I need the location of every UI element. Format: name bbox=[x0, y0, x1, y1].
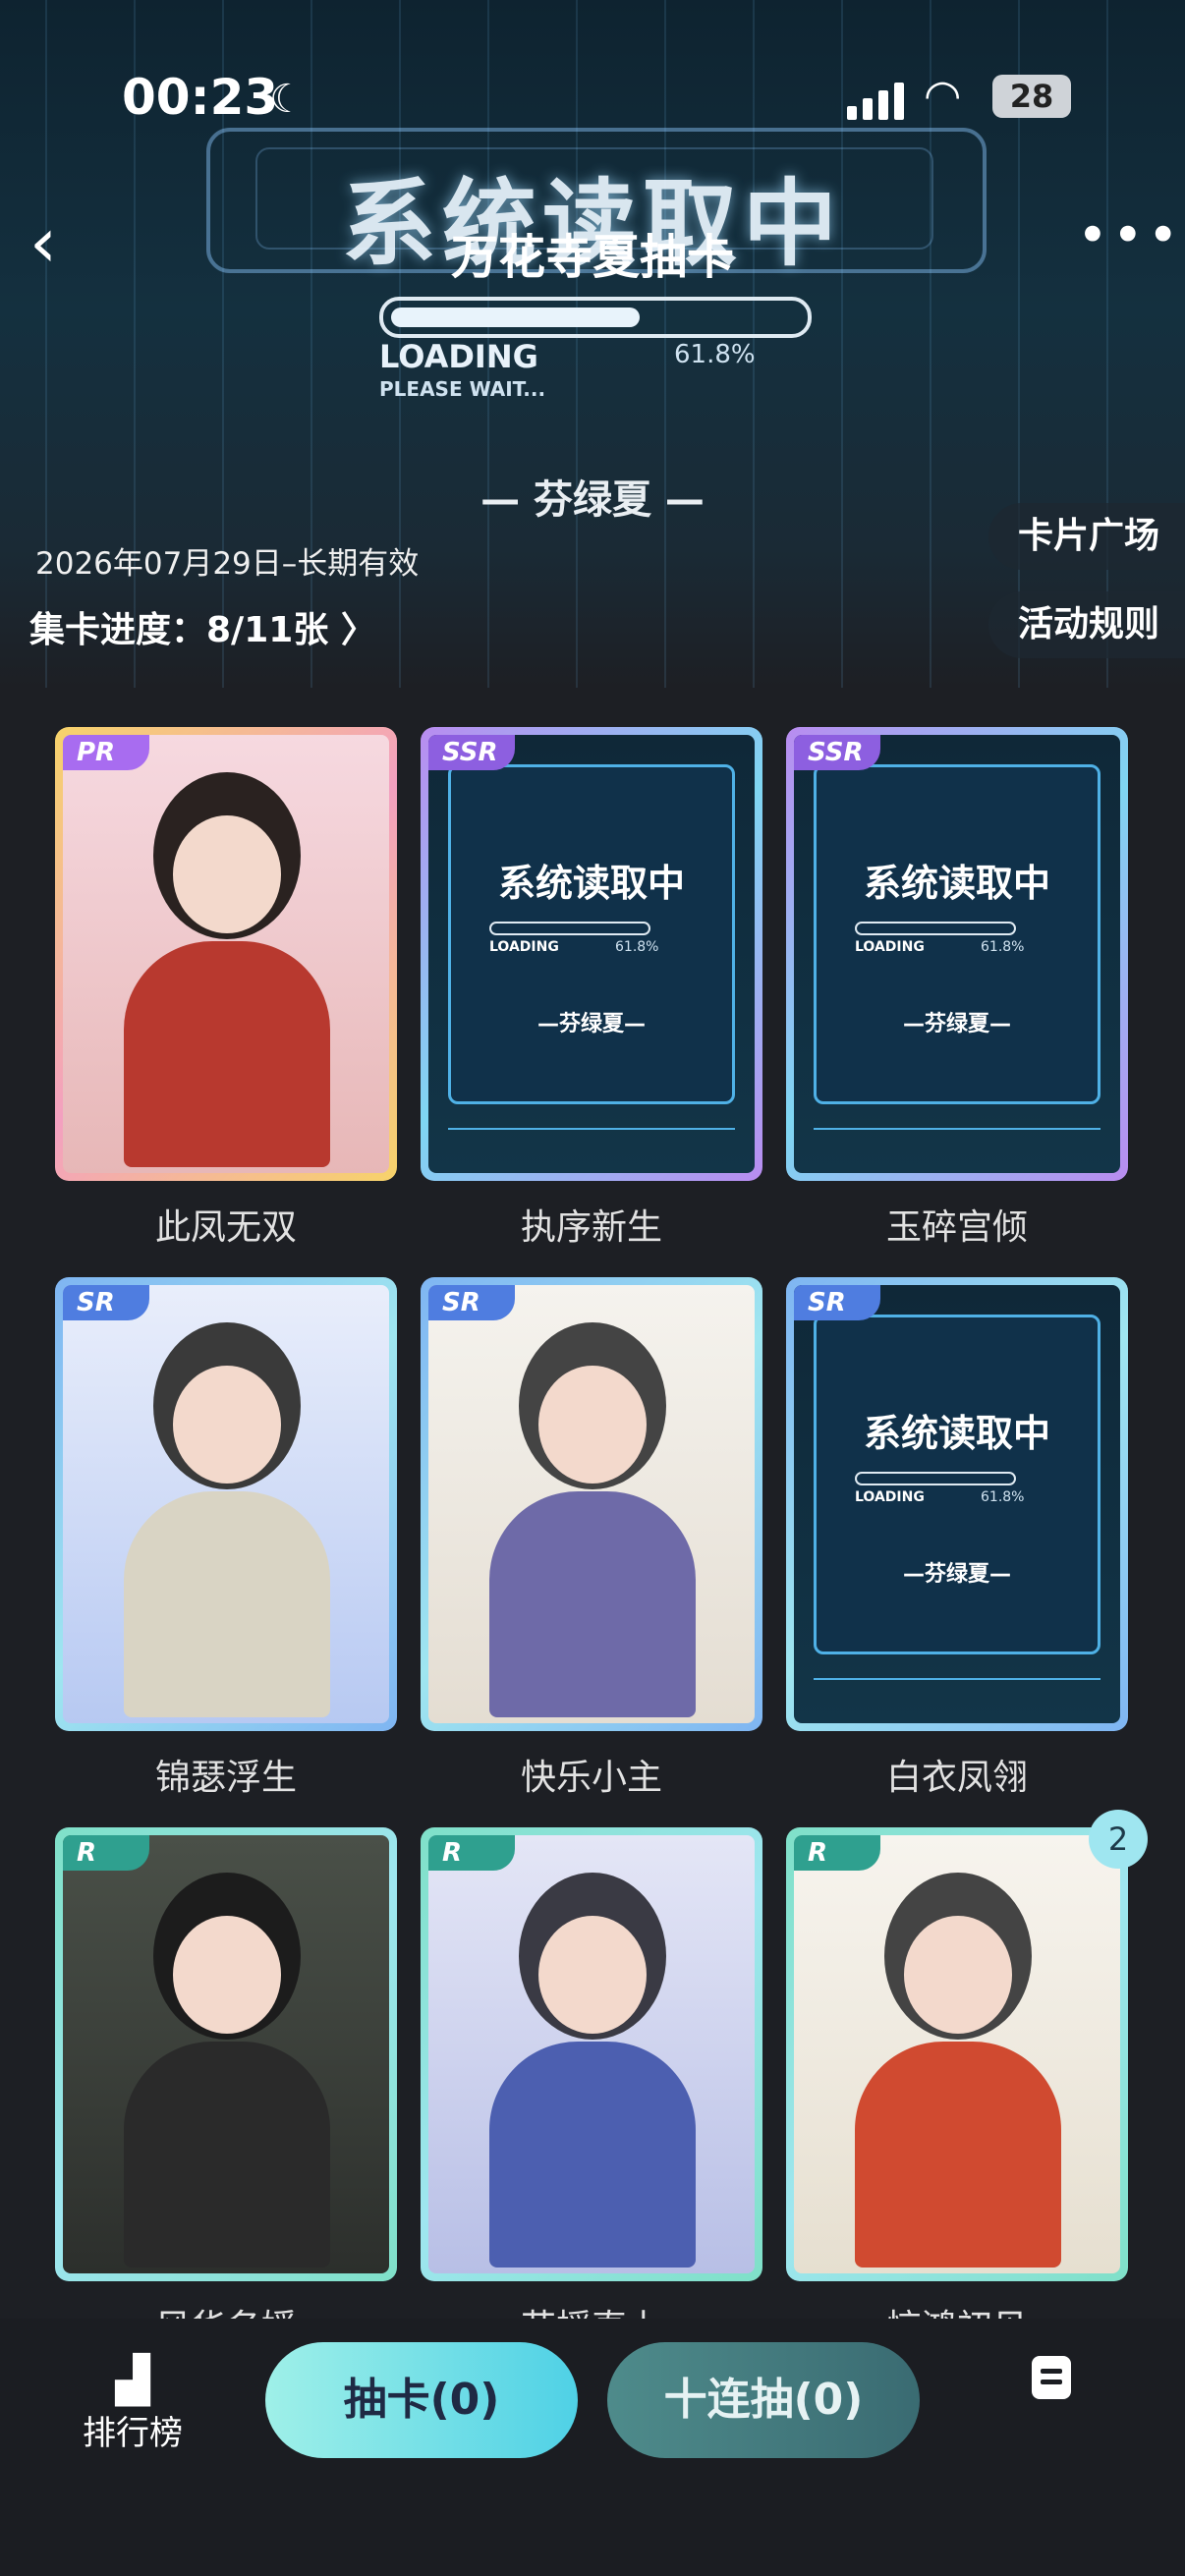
collection-card[interactable]: R bbox=[55, 1827, 397, 2281]
rarity-tag: SR bbox=[63, 1285, 149, 1320]
collection-card[interactable]: SSR 系统读取中 LOADING 61.8% —芬绿夏— bbox=[786, 727, 1128, 1181]
card-loading-bar bbox=[855, 922, 1016, 935]
card-count-badge: 2 bbox=[1089, 1810, 1148, 1869]
collection-card[interactable]: SSR 系统读取中 LOADING 61.8% —芬绿夏— bbox=[421, 727, 762, 1181]
card-art bbox=[794, 1835, 1120, 2273]
card-art bbox=[428, 1285, 755, 1723]
card-loading-label: LOADING bbox=[855, 939, 925, 955]
card-loading-label: LOADING bbox=[855, 1489, 925, 1505]
card-loading-bar bbox=[489, 922, 650, 935]
document-icon[interactable] bbox=[1032, 2356, 1071, 2399]
signal-icon bbox=[847, 81, 906, 120]
status-bar: 00:23 ☾ ◠ 28 bbox=[0, 69, 1185, 128]
card-footer bbox=[814, 1128, 1100, 1153]
card-square-button[interactable]: 卡片广场 bbox=[988, 503, 1185, 570]
rarity-tag: SSR bbox=[794, 735, 880, 770]
chart-icon: ▟ bbox=[115, 2353, 150, 2406]
loading-percent: 61.8% bbox=[674, 340, 756, 369]
collection-card[interactable]: R bbox=[786, 1827, 1128, 2281]
card-loading-sub: —芬绿夏— bbox=[902, 1562, 1011, 1587]
character-portrait bbox=[428, 1835, 755, 2273]
collection-card[interactable]: PR bbox=[55, 727, 397, 1181]
collection-card[interactable]: R bbox=[421, 1827, 762, 2281]
card-loading-percent: 61.8% bbox=[615, 939, 659, 955]
draw-one-button[interactable]: 抽卡(0) bbox=[265, 2342, 578, 2458]
character-portrait bbox=[63, 735, 389, 1173]
please-wait: PLEASE WAIT... bbox=[379, 377, 546, 401]
card-art bbox=[428, 1835, 755, 2273]
card-loading-title: 系统读取中 bbox=[863, 1412, 1050, 1455]
rarity-tag: SSR bbox=[428, 735, 515, 770]
rules-button[interactable]: 活动规则 bbox=[988, 591, 1185, 658]
loading-bar bbox=[379, 297, 812, 338]
card-loading-title: 系统读取中 bbox=[497, 862, 685, 905]
card-art: 系统读取中 LOADING 61.8% —芬绿夏— bbox=[794, 1285, 1120, 1723]
collection-progress[interactable]: 集卡进度：8/11张 〉 bbox=[29, 601, 376, 652]
card-name: 此凤无双 bbox=[154, 1207, 297, 1248]
card-art bbox=[63, 735, 389, 1173]
rarity-tag: R bbox=[794, 1835, 880, 1871]
card-art: 系统读取中 LOADING 61.8% —芬绿夏— bbox=[428, 735, 755, 1173]
rarity-tag: SR bbox=[794, 1285, 880, 1320]
rarity-tag: R bbox=[63, 1835, 149, 1871]
card-name: 快乐小主 bbox=[520, 1758, 662, 1798]
wifi-icon: ◠ bbox=[924, 71, 962, 121]
battery-icon: 28 bbox=[992, 75, 1071, 118]
card-footer bbox=[814, 1678, 1100, 1704]
card-art: 系统读取中 LOADING 61.8% —芬绿夏— bbox=[794, 735, 1120, 1173]
collection-card[interactable]: SR bbox=[55, 1277, 397, 1731]
rarity-tag: PR bbox=[63, 735, 149, 770]
draw-ten-button[interactable]: 十连抽(0) bbox=[607, 2342, 920, 2458]
validity-date: 2026年07月29日–长期有效 bbox=[35, 546, 420, 582]
card-name: 玉碎宫倾 bbox=[885, 1207, 1028, 1248]
card-footer bbox=[448, 1128, 735, 1153]
rank-button[interactable]: ▟ 排行榜 bbox=[79, 2353, 187, 2454]
status-time: 00:23 bbox=[122, 69, 279, 126]
card-name: 锦瑟浮生 bbox=[154, 1758, 297, 1798]
rarity-tag: SR bbox=[428, 1285, 515, 1320]
collection-card[interactable]: SR 系统读取中 LOADING 61.8% —芬绿夏— bbox=[786, 1277, 1128, 1731]
character-portrait bbox=[794, 1835, 1120, 2273]
card-name: 白衣凤翎 bbox=[885, 1758, 1028, 1798]
card-loading-sub: —芬绿夏— bbox=[902, 1012, 1011, 1036]
card-name: 执序新生 bbox=[520, 1207, 662, 1248]
character-portrait bbox=[428, 1285, 755, 1723]
card-loading-title: 系统读取中 bbox=[863, 862, 1050, 905]
character-portrait bbox=[63, 1835, 389, 2273]
card-loading-label: LOADING bbox=[489, 939, 559, 955]
collection-card[interactable]: SR bbox=[421, 1277, 762, 1731]
rank-label: 排行榜 bbox=[83, 2414, 183, 2453]
card-loading-sub: —芬绿夏— bbox=[536, 1012, 646, 1036]
card-loading-percent: 61.8% bbox=[981, 939, 1025, 955]
more-icon[interactable]: ••• bbox=[1077, 209, 1183, 262]
loading-bar-fill bbox=[391, 308, 641, 327]
moon-icon: ☾ bbox=[269, 77, 305, 122]
loading-label: LOADING bbox=[379, 338, 538, 375]
card-loading-bar bbox=[855, 1472, 1016, 1485]
page-title: 万花寺夏抽卡 bbox=[450, 230, 734, 285]
card-art bbox=[63, 1835, 389, 2273]
rarity-tag: R bbox=[428, 1835, 515, 1871]
card-art bbox=[63, 1285, 389, 1723]
character-portrait bbox=[63, 1285, 389, 1723]
card-loading-percent: 61.8% bbox=[981, 1489, 1025, 1505]
